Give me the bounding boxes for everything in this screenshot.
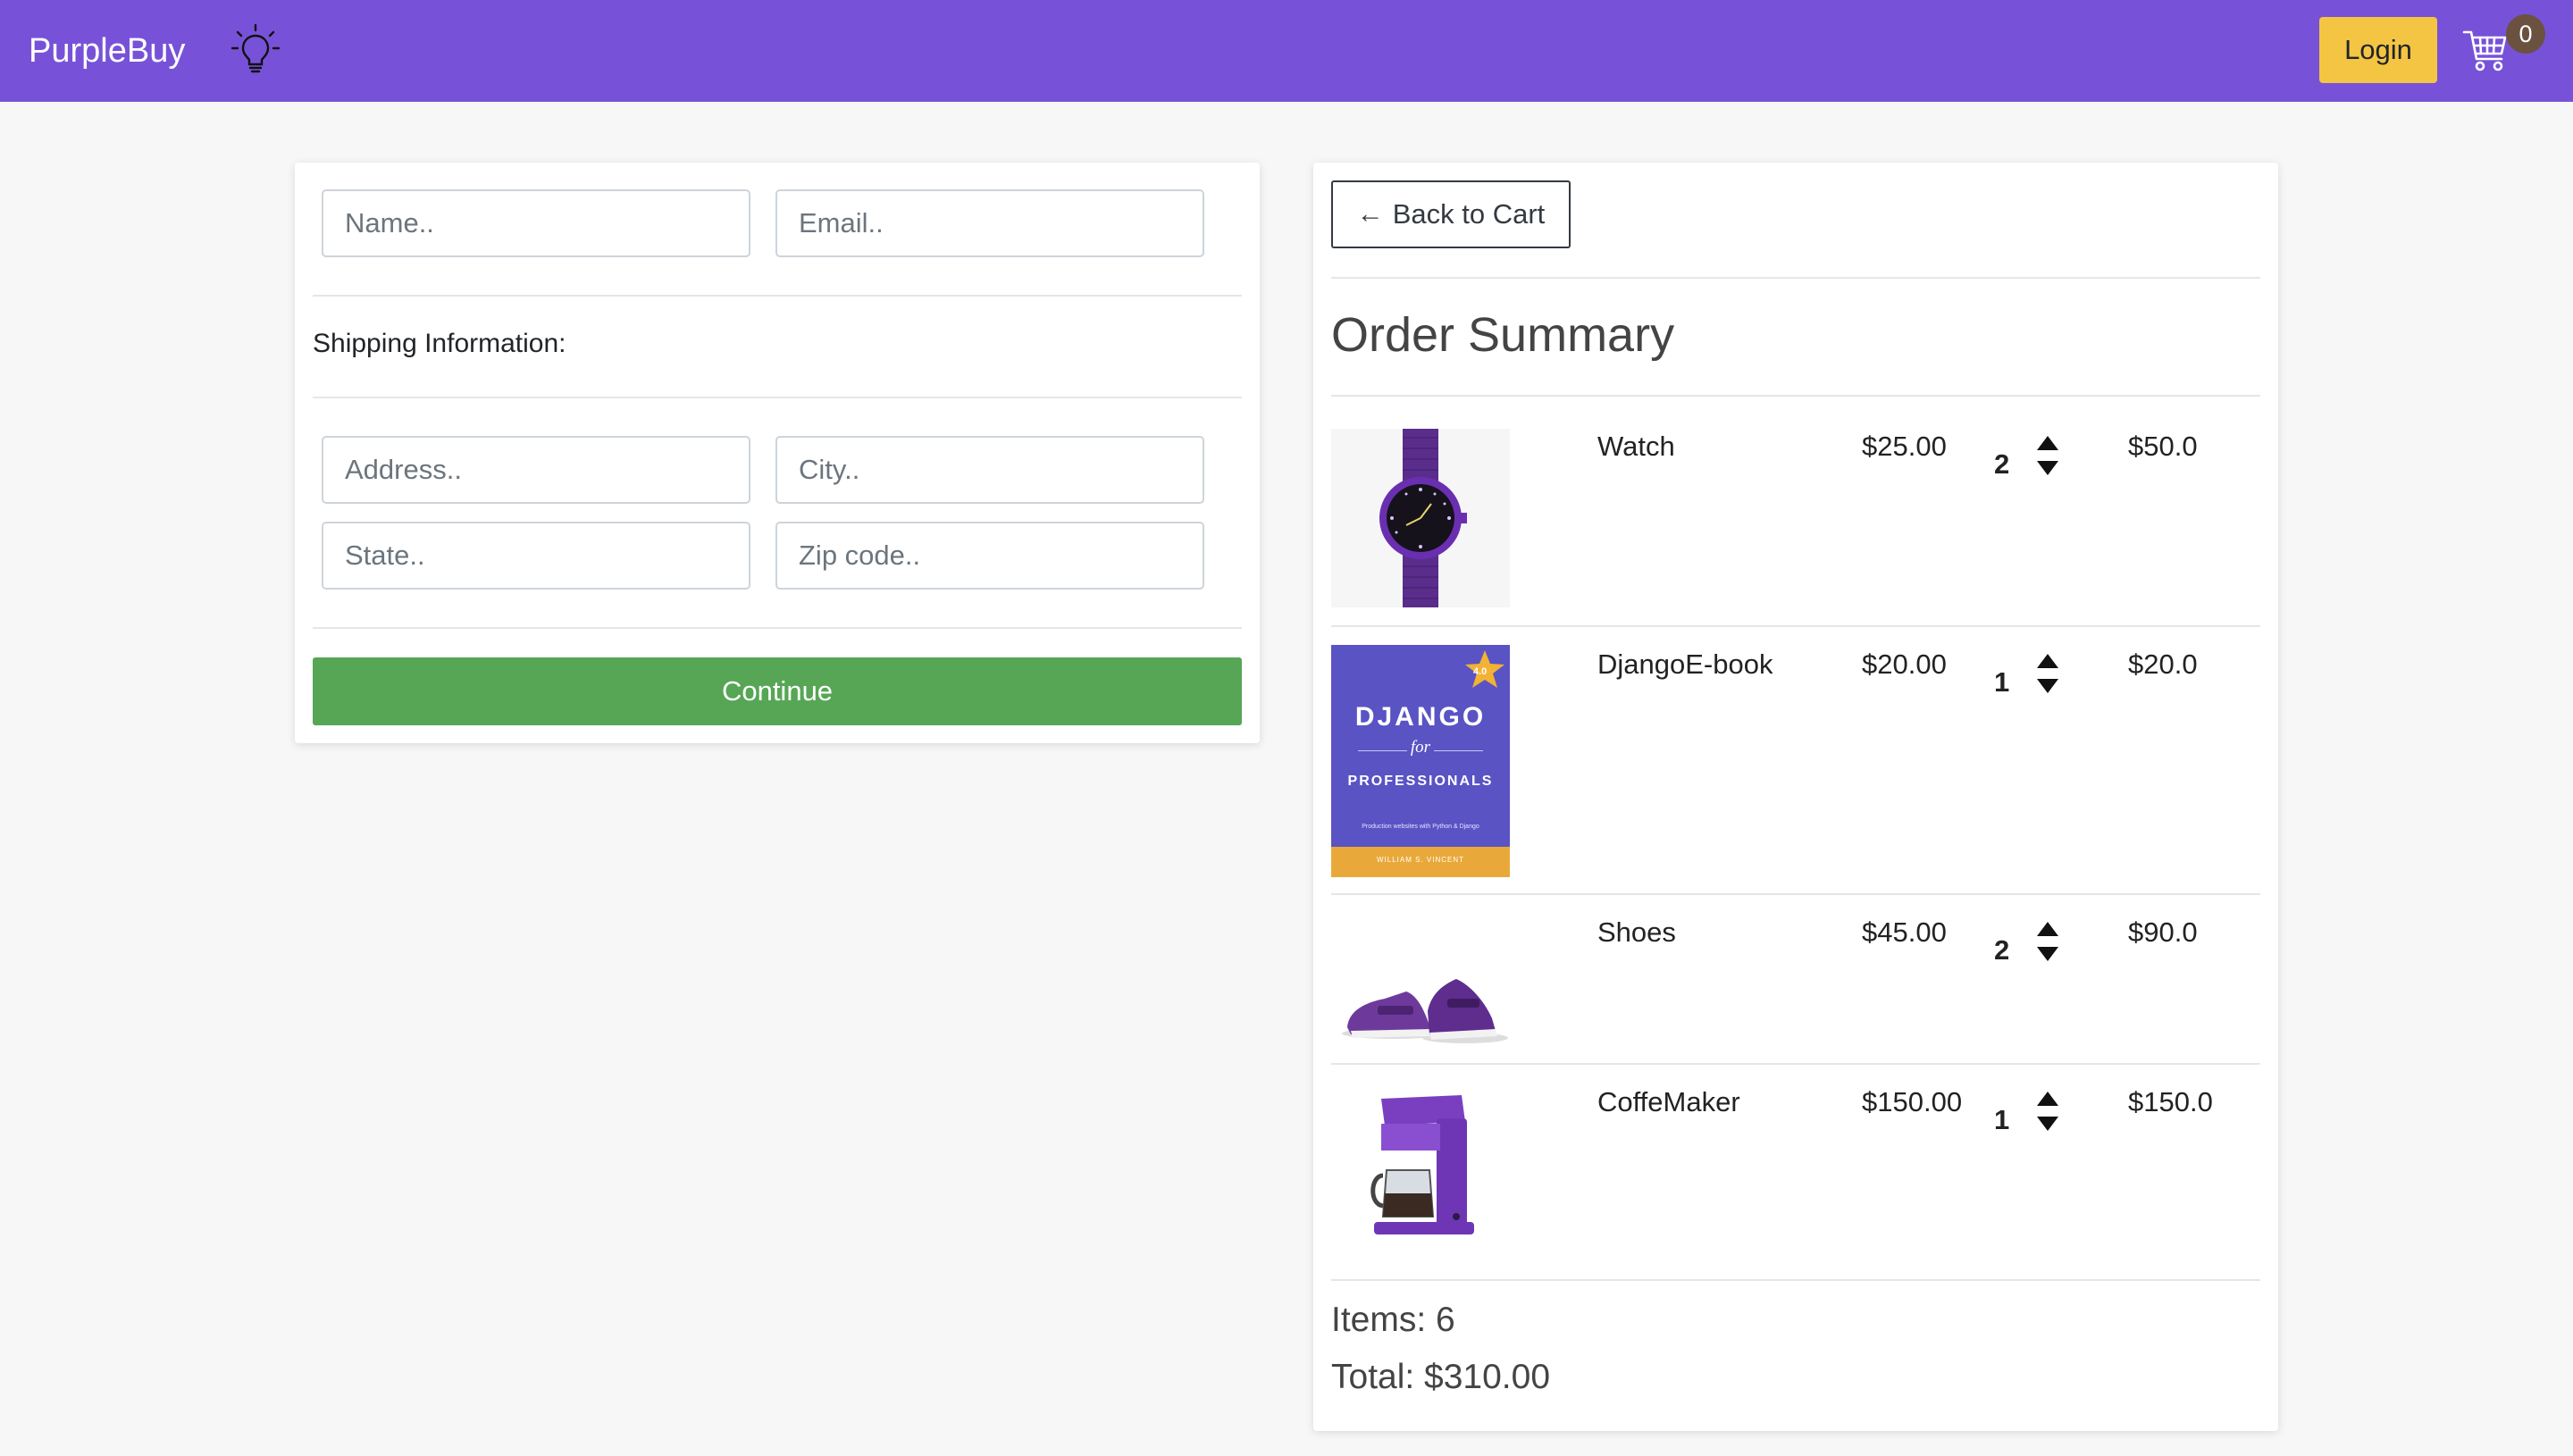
item-name: Shoes [1597, 916, 1676, 948]
divider [313, 397, 1242, 398]
book-title: DJANGO [1354, 702, 1487, 732]
shoes-image [1342, 979, 1508, 1043]
name-input[interactable] [322, 189, 750, 257]
items-count: Items: 6 [1331, 1301, 1455, 1339]
book-author: WILLIAM S. VINCENT [1376, 856, 1464, 864]
cart-count-badge: 0 [2506, 14, 2545, 54]
quantity-arrows-icon[interactable] [2035, 434, 2060, 479]
item-quantity: 2 [1994, 934, 2010, 966]
item-total: $150.0 [2128, 1086, 2213, 1117]
item-name: Watch [1597, 431, 1675, 462]
item-quantity: 1 [1994, 1104, 2010, 1135]
city-input[interactable] [775, 436, 1204, 504]
watch-image [1331, 429, 1510, 607]
divider [1331, 893, 2260, 895]
arrow-left-icon: ← [1356, 199, 1384, 229]
brand-link[interactable]: PurpleBuy [29, 29, 185, 72]
item-name: DjangoE-book [1597, 649, 1773, 680]
item-price: $150.00 [1862, 1086, 1963, 1117]
divider [1331, 395, 2260, 397]
continue-button[interactable]: Continue [313, 657, 1242, 725]
shipping-form-card: Shipping Information: Continue [295, 163, 1260, 743]
quantity-arrows-icon[interactable] [2035, 652, 2060, 697]
item-total: $20.0 [2128, 649, 2198, 680]
divider [1331, 1279, 2260, 1281]
quantity-arrows-icon[interactable] [2035, 920, 2060, 965]
book-for: for [1407, 738, 1434, 757]
divider [1331, 1063, 2260, 1065]
item-total: $90.0 [2128, 916, 2198, 948]
login-button[interactable]: Login [2319, 17, 2437, 83]
order-total: Total: $310.00 [1331, 1358, 1551, 1396]
item-name: CoffeMaker [1597, 1086, 1740, 1117]
divider [313, 627, 1242, 629]
item-price: $25.00 [1862, 431, 1947, 462]
item-price: $45.00 [1862, 916, 1947, 948]
item-quantity: 2 [1994, 448, 2010, 480]
item-quantity: 1 [1994, 666, 2010, 698]
divider [1331, 625, 2260, 627]
shipping-info-label: Shipping Information: [313, 329, 566, 358]
zip-code-input[interactable] [775, 522, 1204, 590]
lightbulb-icon[interactable] [230, 23, 281, 77]
item-price: $20.00 [1862, 649, 1947, 680]
django-ebook-cover: 4.0 DJANGO for PROFESSIONALS Production … [1331, 645, 1510, 877]
back-to-cart-button[interactable]: ← Back to Cart [1331, 180, 1571, 248]
coffee-maker-image [1370, 1095, 1474, 1234]
book-tagline: Production websites with Python & Django [1362, 824, 1479, 830]
item-total: $50.0 [2128, 431, 2198, 462]
edition-badge: 4.0 [1473, 666, 1488, 677]
navbar: PurpleBuy Login 0 [0, 0, 2573, 102]
quantity-arrows-icon[interactable] [2035, 1090, 2060, 1134]
book-subtitle: PROFESSIONALS [1347, 774, 1494, 789]
divider [313, 295, 1242, 297]
order-summary-title: Order Summary [1331, 308, 1675, 362]
state-input[interactable] [322, 522, 750, 590]
shopping-cart-icon[interactable] [2462, 25, 2509, 75]
order-summary-card: ← Back to Cart Order Summary Watch $25.0… [1313, 163, 2278, 1431]
back-to-cart-label: Back to Cart [1392, 198, 1546, 230]
divider [1331, 277, 2260, 279]
email-input[interactable] [775, 189, 1204, 257]
address-input[interactable] [322, 436, 750, 504]
